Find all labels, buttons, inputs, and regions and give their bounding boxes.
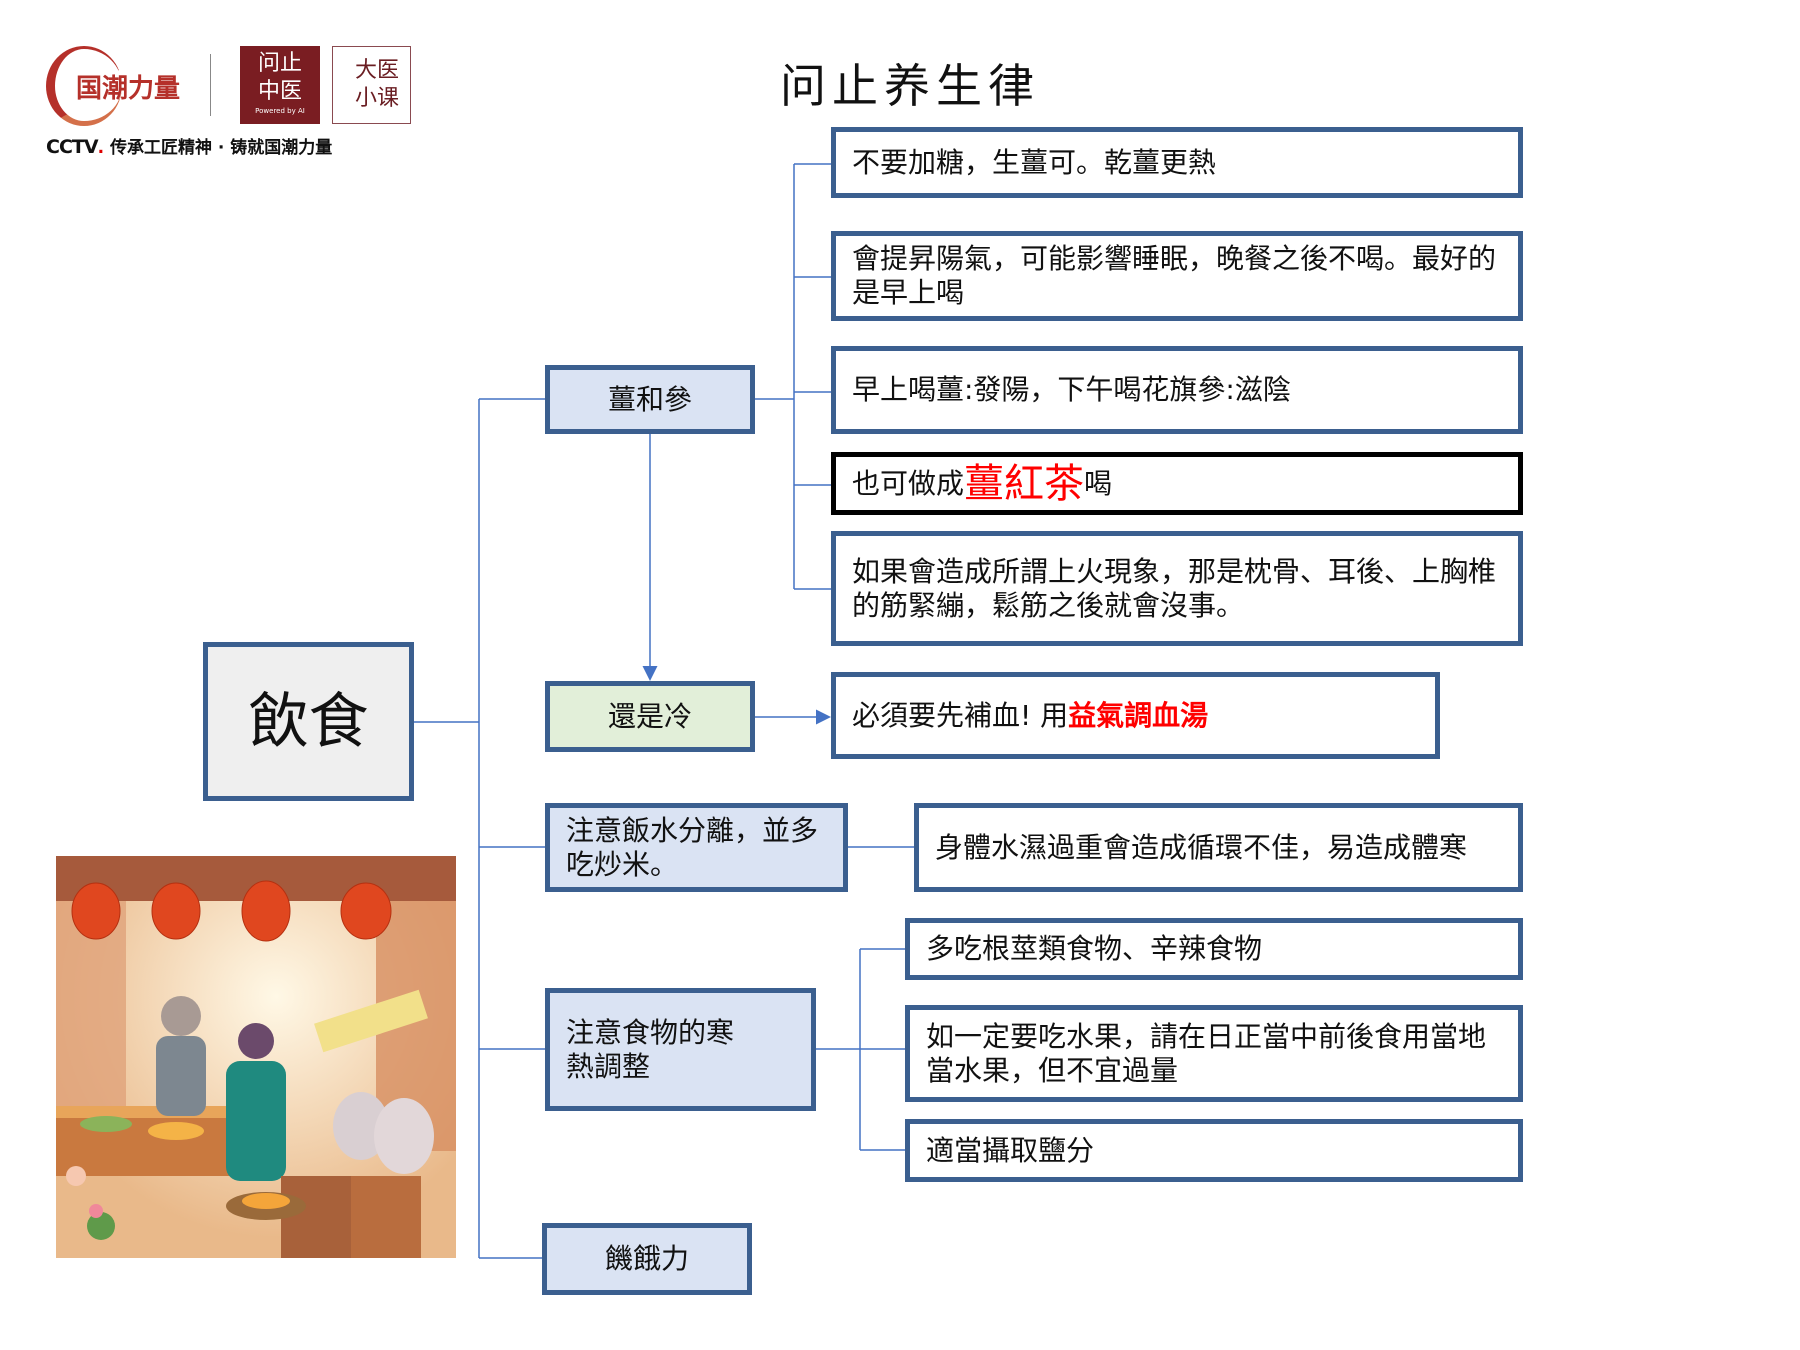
root-node: 飲食 bbox=[203, 642, 414, 801]
street-food-illustration bbox=[56, 856, 456, 1258]
note-text: 喝 bbox=[1084, 466, 1113, 500]
food-note-3: 適當攝取鹽分 bbox=[905, 1119, 1523, 1182]
rice-note: 身體水濕過重會造成循環不佳，易造成體寒 bbox=[914, 803, 1523, 892]
food-note-1: 多吃根莖類食物、辛辣食物 bbox=[905, 918, 1523, 980]
food-note-2: 如一定要吃水果，請在日正當中前後食用當地當水果，但不宜過量 bbox=[905, 1005, 1523, 1102]
node-rice: 注意飯水分離，並多吃炒米。 bbox=[545, 803, 848, 892]
ginger-note-1: 不要加糖，生薑可。乾薑更熱 bbox=[831, 127, 1523, 198]
ginger-note-3: 早上喝薑:發陽，下午喝花旗參:滋陰 bbox=[831, 346, 1523, 434]
ginger-note-5: 如果會造成所謂上火現象，那是枕骨、耳後、上胸椎的筋緊繃，鬆筋之後就會沒事。 bbox=[831, 531, 1523, 646]
ginger-connector bbox=[755, 163, 831, 590]
note-text: 必須要先補血! 用 bbox=[852, 698, 1069, 732]
highlight-soup: 益氣調血湯 bbox=[1068, 698, 1209, 732]
note-text: 也可做成 bbox=[852, 466, 965, 500]
node-ginger: 薑和參 bbox=[545, 365, 755, 434]
node-food: 注意食物的寒熱調整 bbox=[545, 988, 816, 1111]
ginger-note-2: 會提昇陽氣，可能影響睡眠，晚餐之後不喝。最好的是早上喝 bbox=[831, 231, 1523, 321]
blood-note: 必須要先補血! 用益氣調血湯 bbox=[831, 672, 1440, 759]
ginger-note-4: 也可做成 薑紅茶喝 bbox=[831, 452, 1523, 515]
food-connector bbox=[816, 948, 905, 1151]
node-hunger: 饑餓力 bbox=[542, 1223, 752, 1295]
node-cold: 還是冷 bbox=[545, 681, 755, 752]
highlight-ginger-tea: 薑紅茶 bbox=[964, 460, 1085, 507]
